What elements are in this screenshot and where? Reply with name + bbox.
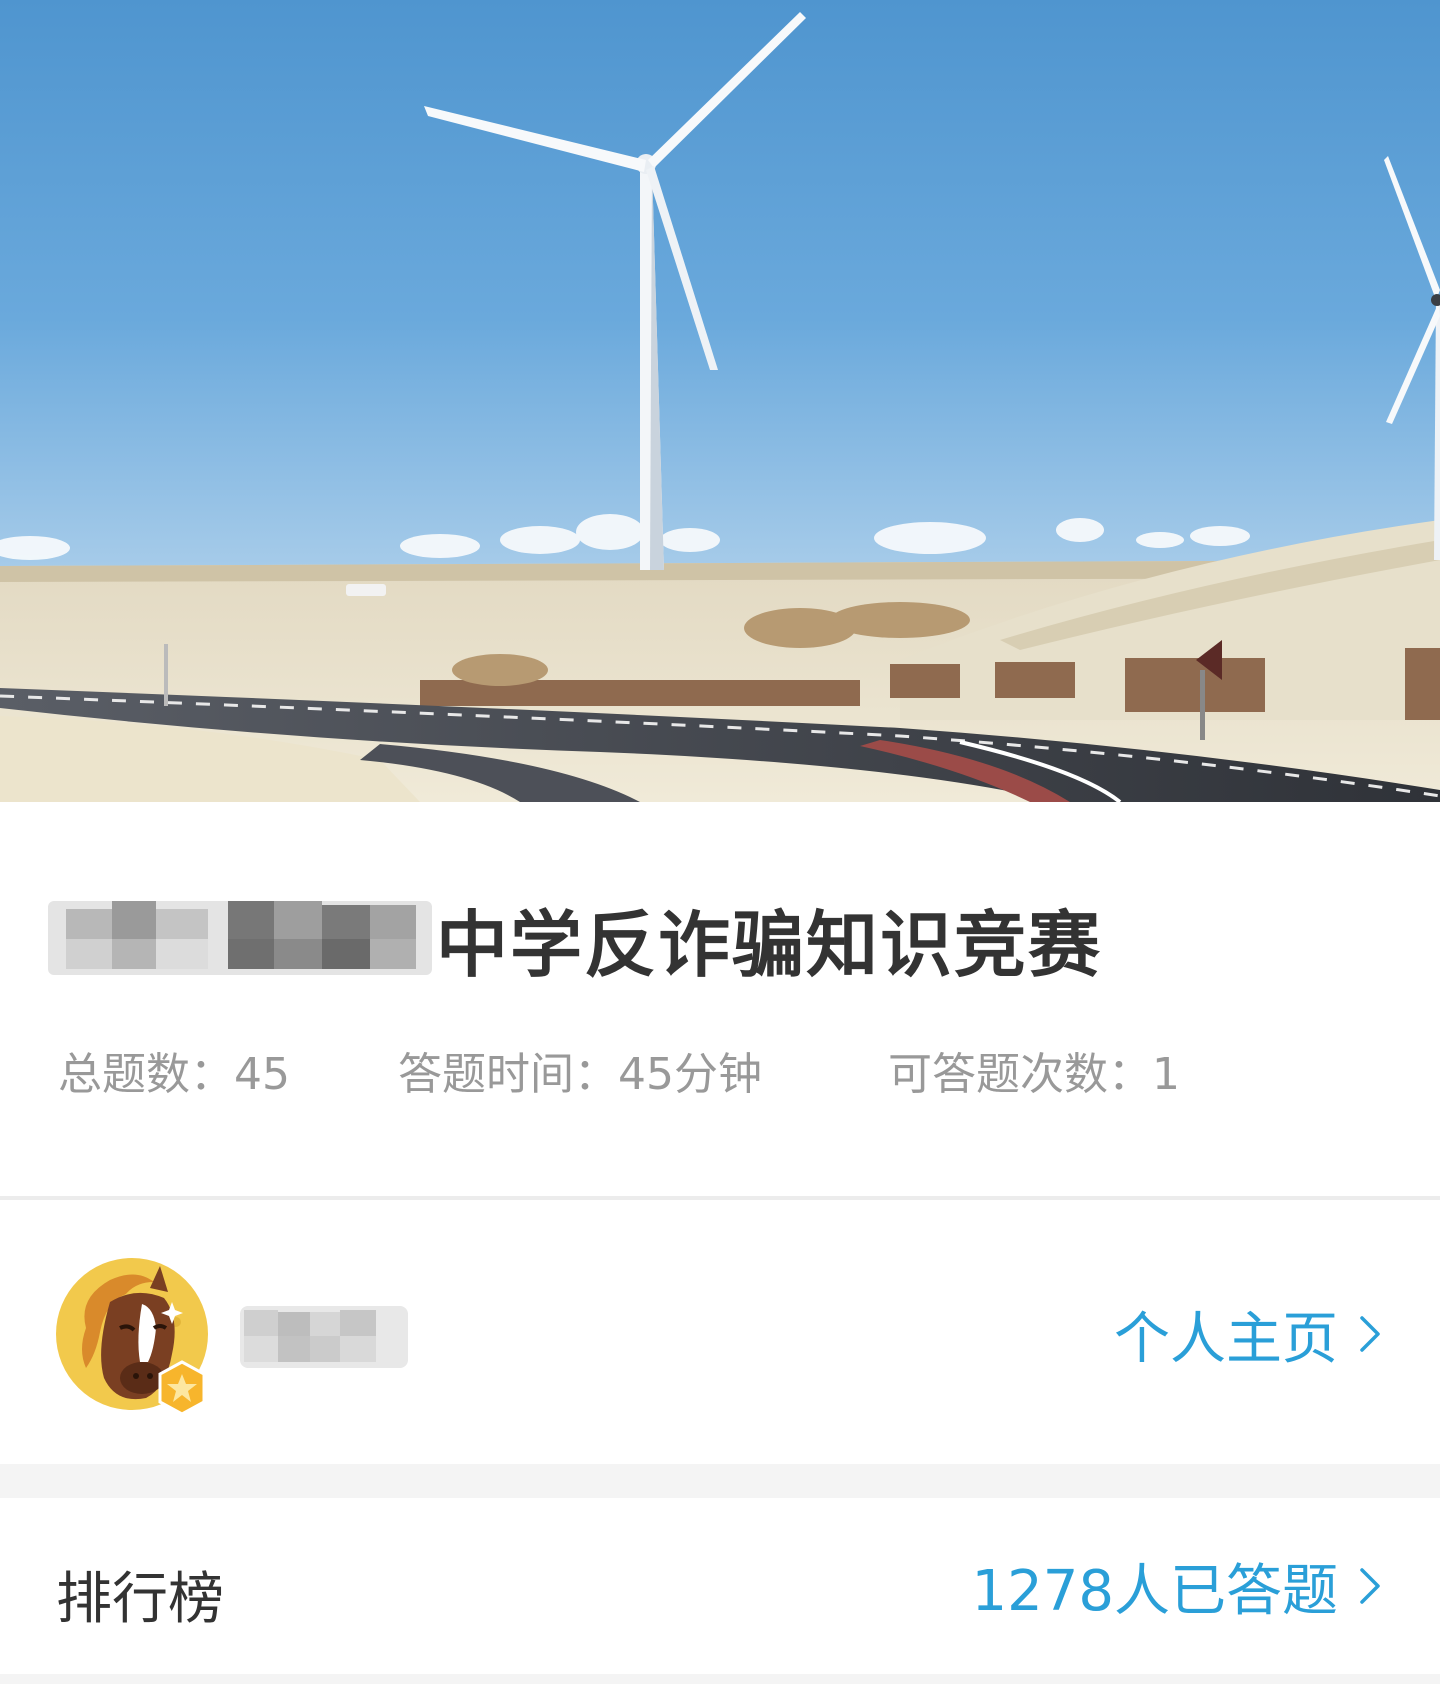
profile-link[interactable]: 个人主页 xyxy=(1114,1302,1384,1372)
bottom-gap xyxy=(0,1674,1440,1684)
redacted-user-name xyxy=(240,1306,408,1368)
leaderboard-count: 1278人已答题 xyxy=(971,1558,1338,1624)
leaderboard-row[interactable]: 排行榜 1278人已答题 xyxy=(0,1498,1440,1674)
section-gap xyxy=(0,1464,1440,1498)
quiz-detail-page: 中学反诈骗知识竞赛 总题数：45 答题时间：45分钟 可答题次数：1 个人主页 … xyxy=(0,0,1440,1684)
quiz-title: 中学反诈骗知识竞赛 xyxy=(436,902,1103,987)
stat-answer-time-label: 答题时间： xyxy=(398,1049,618,1100)
banner-image xyxy=(0,0,1440,802)
stat-attempts-label: 可答题次数： xyxy=(888,1049,1152,1100)
user-row: 个人主页 xyxy=(0,1200,1440,1464)
leaderboard-title: 排行榜 xyxy=(56,1567,224,1632)
wind-turbine-landscape-image xyxy=(0,0,1440,802)
star-badge-icon xyxy=(158,1360,206,1416)
profile-link-label: 个人主页 xyxy=(1114,1306,1338,1372)
quiz-info-section: 中学反诈骗知识竞赛 总题数：45 答题时间：45分钟 可答题次数：1 xyxy=(0,802,1440,1196)
avatar[interactable] xyxy=(56,1258,208,1416)
chevron-right-icon xyxy=(1360,1568,1380,1604)
stat-answer-time-value: 45分钟 xyxy=(618,1049,762,1100)
stat-attempts: 可答题次数：1 xyxy=(888,1038,1180,1102)
chevron-right-icon xyxy=(1360,1316,1380,1352)
stat-answer-time: 答题时间：45分钟 xyxy=(398,1038,762,1102)
stat-total-questions: 总题数：45 xyxy=(58,1038,290,1102)
stat-attempts-value: 1 xyxy=(1152,1049,1180,1100)
stat-total-questions-value: 45 xyxy=(234,1049,290,1100)
stat-total-questions-label: 总题数： xyxy=(58,1049,234,1100)
redacted-school-name xyxy=(48,901,432,975)
leaderboard-count-link[interactable]: 1278人已答题 xyxy=(971,1552,1384,1624)
quiz-title-row: 中学反诈骗知识竞赛 xyxy=(48,898,1102,987)
